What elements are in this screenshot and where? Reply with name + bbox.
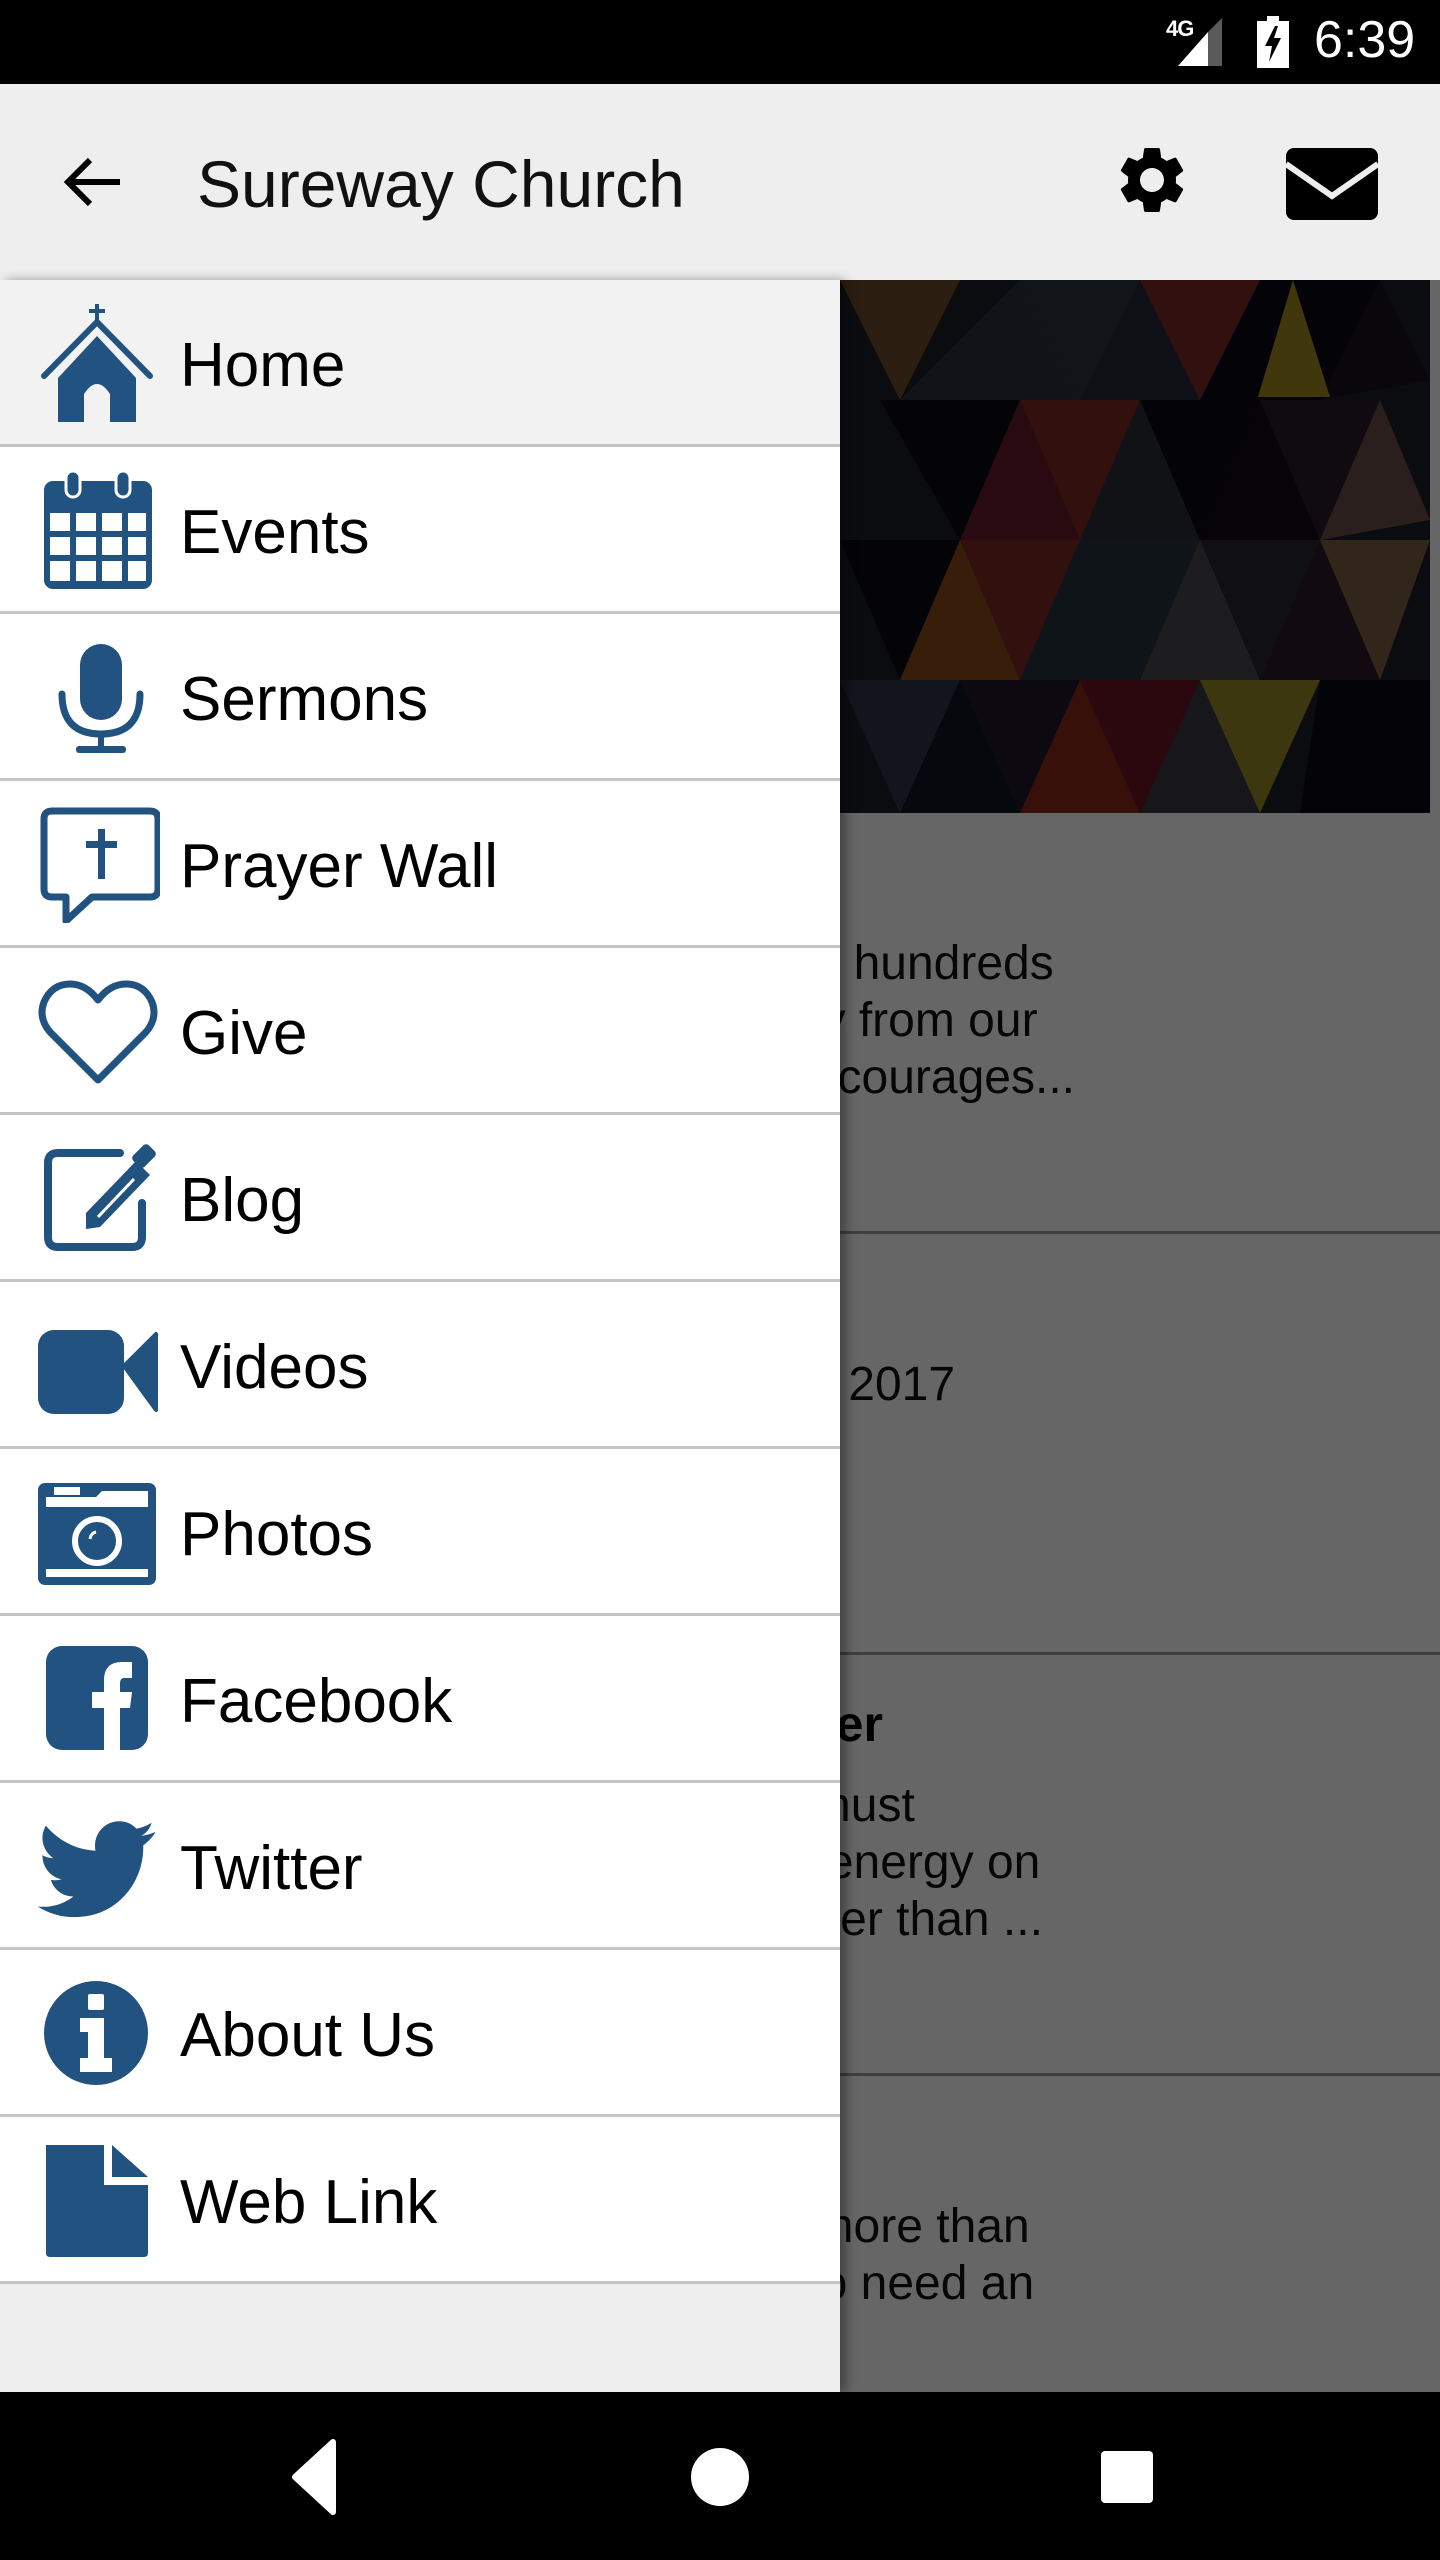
speech-bubble-cross-icon — [36, 805, 160, 923]
drawer-item-prayer-wall[interactable]: Prayer Wall — [0, 781, 840, 948]
camera-icon — [36, 1473, 160, 1591]
envelope-icon[interactable] — [1284, 142, 1380, 222]
edit-icon — [36, 1139, 160, 1257]
app-bar: Sureway Church — [0, 84, 1440, 280]
drawer-item-label: Photos — [180, 1500, 374, 1569]
drawer-item-label: Facebook — [180, 1667, 453, 1736]
clock: 6:39 — [1314, 11, 1416, 69]
drawer-item-label: Events — [180, 498, 370, 567]
system-navigation-bar — [0, 2392, 1440, 2560]
drawer-item-label: Sermons — [180, 665, 429, 734]
drawer-item-label: Home — [180, 331, 346, 400]
facebook-icon — [36, 1640, 160, 1758]
drawer-item-label: Web Link — [180, 2168, 438, 2237]
document-icon — [36, 2141, 160, 2259]
heart-icon — [36, 972, 160, 1090]
nav-back-icon[interactable] — [265, 2432, 365, 2522]
drawer-item-sermons[interactable]: Sermons — [0, 614, 840, 781]
drawer-item-give[interactable]: Give — [0, 948, 840, 1115]
microphone-icon — [36, 638, 160, 756]
drawer-item-label: About Us — [180, 2001, 436, 2070]
drawer-item-videos[interactable]: Videos — [0, 1282, 840, 1449]
drawer-item-events[interactable]: Events — [0, 447, 840, 614]
drawer-item-label: Prayer Wall — [180, 832, 499, 901]
navigation-drawer: Home Events Sermons Prayer Wall Give Blo… — [0, 280, 840, 2392]
arrow-left-icon[interactable] — [60, 150, 124, 214]
drawer-item-label: Twitter — [180, 1834, 363, 1903]
battery-charging-icon — [1257, 16, 1289, 68]
drawer-item-blog[interactable]: Blog — [0, 1115, 840, 1282]
twitter-icon — [36, 1807, 160, 1925]
drawer-item-twitter[interactable]: Twitter — [0, 1783, 840, 1950]
drawer-item-facebook[interactable]: Facebook — [0, 1616, 840, 1783]
nav-home-icon[interactable] — [670, 2432, 770, 2522]
drawer-item-about-us[interactable]: About Us — [0, 1950, 840, 2117]
drawer-item-label: Give — [180, 999, 308, 1068]
drawer-item-label: Videos — [180, 1333, 369, 1402]
video-camera-icon — [36, 1306, 160, 1424]
gear-icon[interactable] — [1112, 140, 1192, 220]
status-bar: 4G 6:39 — [0, 0, 1440, 84]
info-icon — [36, 1974, 160, 2092]
nav-recents-icon[interactable] — [1075, 2432, 1175, 2522]
app-title: Sureway Church — [197, 147, 685, 221]
drawer-item-label: Blog — [180, 1166, 305, 1235]
drawer-item-home[interactable]: Home — [0, 280, 840, 447]
signal-icon — [1178, 18, 1222, 66]
calendar-icon — [36, 471, 160, 589]
drawer-item-web-link[interactable]: Web Link — [0, 2117, 840, 2284]
drawer-item-photos[interactable]: Photos — [0, 1449, 840, 1616]
church-icon — [36, 304, 160, 422]
